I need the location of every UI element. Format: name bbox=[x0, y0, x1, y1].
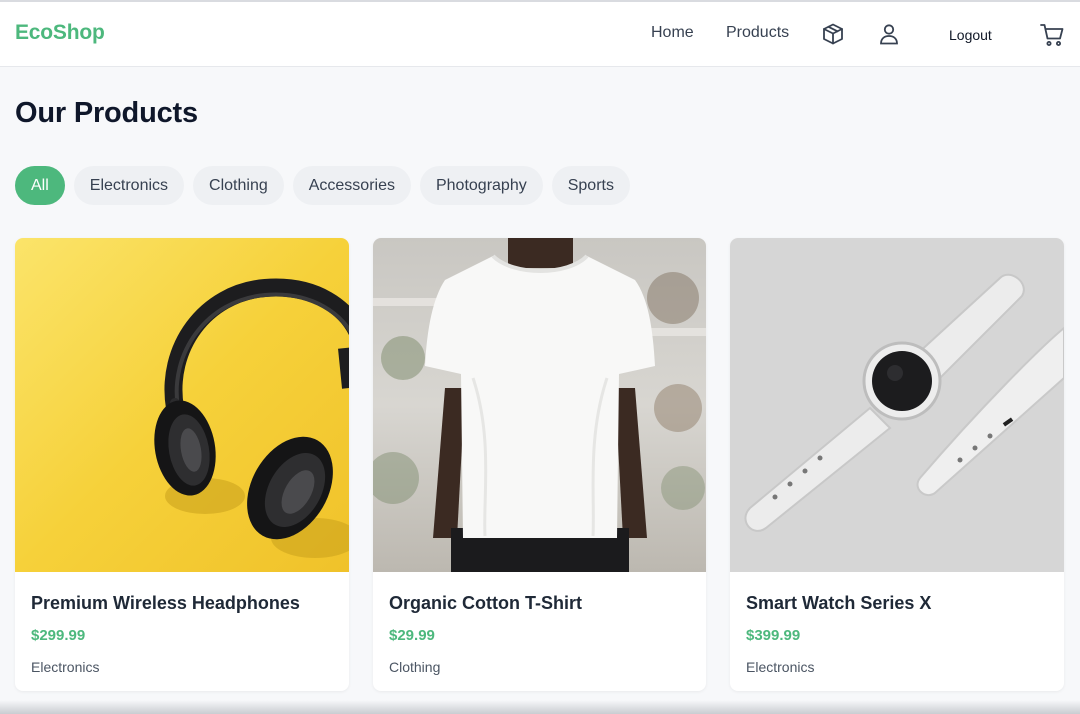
product-price: $29.99 bbox=[389, 627, 435, 644]
smartwatch-image[interactable] bbox=[730, 238, 1064, 572]
tshirt-image[interactable] bbox=[373, 238, 706, 572]
filter-chip-clothing[interactable]: Clothing bbox=[193, 166, 284, 205]
box-icon[interactable] bbox=[821, 22, 845, 46]
product-price: $299.99 bbox=[31, 627, 86, 644]
product-name[interactable]: Premium Wireless Headphones bbox=[31, 593, 300, 614]
product-name[interactable]: Smart Watch Series X bbox=[746, 593, 931, 614]
filter-chip-accessories[interactable]: Accessories bbox=[292, 166, 411, 205]
cart-icon[interactable] bbox=[1039, 22, 1065, 48]
window-bottom-edge bbox=[0, 700, 1080, 714]
nav-products-link[interactable]: Products bbox=[726, 24, 789, 42]
filter-chip-sports[interactable]: Sports bbox=[551, 166, 630, 205]
page-title: Our Products bbox=[15, 97, 198, 129]
product-category: Electronics bbox=[746, 659, 815, 675]
nav-home-link[interactable]: Home bbox=[651, 24, 694, 42]
user-icon[interactable] bbox=[877, 22, 901, 46]
product-name[interactable]: Organic Cotton T-Shirt bbox=[389, 593, 582, 614]
product-category: Clothing bbox=[389, 659, 441, 675]
filter-chip-photography[interactable]: Photography bbox=[419, 166, 543, 205]
product-card[interactable]: Organic Cotton T-Shirt $29.99 Clothing bbox=[373, 238, 706, 691]
product-card[interactable]: Smart Watch Series X $399.99 Electronics bbox=[730, 238, 1064, 691]
product-price: $399.99 bbox=[746, 627, 801, 644]
logout-button[interactable]: Logout bbox=[949, 27, 992, 43]
logo[interactable]: EcoShop bbox=[15, 21, 105, 45]
filter-chip-electronics[interactable]: Electronics bbox=[73, 166, 185, 205]
product-card[interactable]: Premium Wireless Headphones $299.99 Elec… bbox=[15, 238, 349, 691]
filter-chip-all[interactable]: All bbox=[15, 166, 65, 205]
headphones-image[interactable] bbox=[15, 238, 349, 572]
top-navbar: EcoShop Home Products Logout bbox=[0, 2, 1080, 67]
category-filters: All Electronics Clothing Accessories Pho… bbox=[15, 166, 639, 205]
product-category: Electronics bbox=[31, 659, 100, 675]
